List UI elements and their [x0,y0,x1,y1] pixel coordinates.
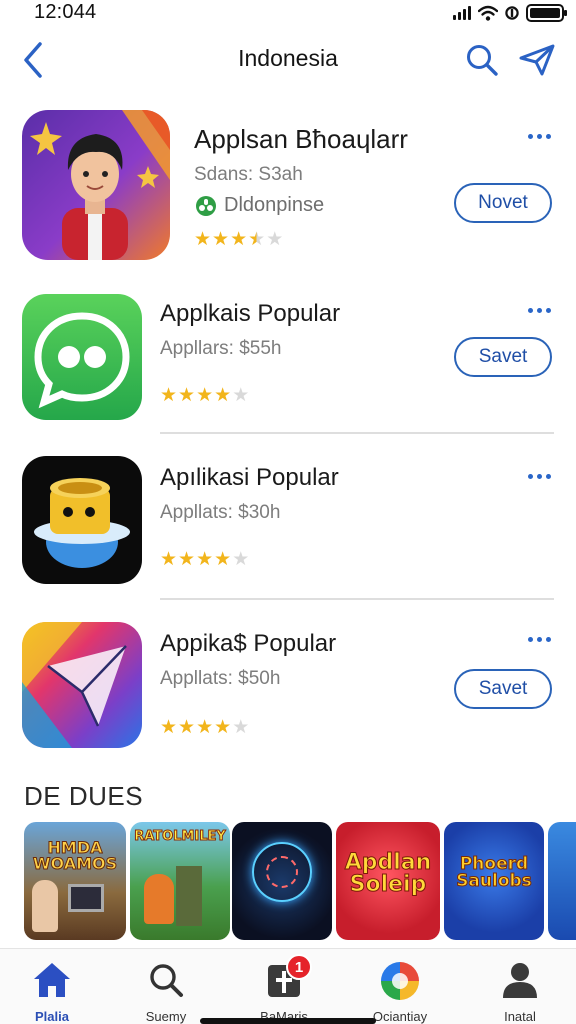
star-icon: ★ [232,385,250,406]
search-icon [467,45,498,76]
star-icon: ★ [212,229,230,250]
data-sync-icon [505,6,519,20]
star-icon: ★ [232,717,250,738]
more-options-button[interactable] [522,466,556,486]
developer-name: Dldonpinse [224,194,325,216]
tab-play[interactable]: Ociantiay [348,949,452,1024]
star-icon: ★ [266,229,284,250]
app-icon-cup-character[interactable] [22,456,142,584]
divider [160,432,554,434]
status-bar: 12:044 [0,0,576,28]
featured-thumbnail[interactable]: Phoerd Saulobs [444,822,544,940]
search-button[interactable] [462,40,502,80]
star-icon: ★ [196,385,214,406]
app-name: Apılikasi Popular [160,464,339,491]
star-icon: ★ [160,385,178,406]
featured-thumbnail[interactable] [232,822,332,940]
wifi-icon [478,5,498,21]
status-icons [453,4,567,22]
app-name: Appika$ Popular [160,630,337,657]
thumbnail-title: Phoerd Saulobs [456,854,533,891]
thumbnail-title: RATOLMILEY [134,829,227,844]
star-icon: ★ [194,229,212,250]
tab-label: Suemy [145,1009,187,1024]
list-item[interactable]: Applkais Popular Appllars: $55h ★ ★ ★ ★ ★ Sa… [0,292,576,432]
notification-badge: 1 [286,954,312,980]
tab-home[interactable]: Plalia [0,949,104,1024]
featured-carousel[interactable]: HMDA WOAMOS RATOLMILEY Apdlan Soleip Pho… [24,822,576,942]
share-button[interactable] [516,40,558,80]
star-icon: ★ [214,717,232,738]
app-name: Applkais Popular [160,300,341,327]
more-options-button[interactable] [522,126,556,146]
star-icon: ★ [178,717,196,738]
app-icon-cartoon-boy[interactable] [22,110,170,260]
send-icon [519,44,555,76]
star-icon: ★ [196,717,214,738]
star-icon: ★ [160,549,178,570]
gamepad-icon [196,195,216,216]
home-indicator [200,1018,376,1024]
tab-profile[interactable]: Inatal [468,949,572,1024]
star-icon: ★ [214,385,232,406]
app-icon-chat[interactable] [22,294,142,420]
status-time: 12:044 [34,1,97,23]
star-icon: ★ [214,549,232,570]
tab-apps[interactable]: 1 BaMaris [232,949,336,1024]
star-icon: ★ [248,229,266,250]
tab-bar: Plalia Suemy 1 BaMaris Ociantiay Inatal [0,948,576,1024]
tab-label: Inatal [504,1009,536,1024]
star-icon: ★ [232,549,250,570]
app-subtitle: Appllats: $50h [160,668,281,689]
search-icon [144,958,188,1002]
star-icon: ★ [196,549,214,570]
signal-icon [453,6,471,20]
section-title: DE DUES [24,781,144,811]
app-subtitle: Appllars: $55h [160,338,282,359]
app-subtitle: Appllats: $30h [160,502,281,523]
more-options-button[interactable] [522,300,556,320]
battery-icon [526,4,567,22]
list-item[interactable]: Appika$ Popular Appllats: $50h ★ ★ ★ ★ ★ Sav… [0,620,576,760]
star-icon: ★ [230,229,248,250]
play-icon [378,958,422,1002]
star-rating: ★ ★ ★ ★ ★ [194,228,283,251]
divider [160,598,554,600]
featured-thumbnail[interactable] [548,822,576,940]
tab-label: Plalia [35,1009,69,1024]
action-button[interactable]: Savet [454,337,552,377]
featured-thumbnail[interactable]: HMDA WOAMOS [24,822,126,940]
app-name: Applsan Bħoaɥlarr [194,124,408,154]
list-item[interactable]: Applsan Bħoaɥlarr Sdans: S3ah Dldonpinse… [0,108,576,268]
tab-label: Ociantiay [372,1009,428,1024]
person-icon [498,958,542,1002]
thumbnail-title: HMDA WOAMOS [32,838,118,873]
featured-thumbnail[interactable]: RATOLMILEY [130,822,230,940]
star-rating: ★ ★ ★ ★ ★ [160,716,249,739]
action-button[interactable]: Novet [454,183,552,223]
featured-thumbnail[interactable]: Apdlan Soleip [336,822,440,940]
star-icon: ★ [178,385,196,406]
app-subtitle: Sdans: S3ah [194,164,303,185]
home-icon [30,958,74,1002]
star-rating: ★ ★ ★ ★ ★ [160,384,249,407]
list-item[interactable]: Apılikasi Popular Appllats: $30h ★ ★ ★ ★ ★ [0,456,576,596]
action-button[interactable]: Savet [454,669,552,709]
tab-search[interactable]: Suemy [114,949,218,1024]
nav-bar: Indonesia [0,34,576,86]
apps-icon: 1 [262,954,312,1002]
thumbnail-title: Apdlan Soleip [344,850,432,897]
star-icon: ★ [160,717,178,738]
app-developer: Dldonpinse [194,194,324,217]
star-icon: ★ [178,549,196,570]
star-rating: ★ ★ ★ ★ ★ [160,548,249,571]
more-options-button[interactable] [522,629,556,649]
battery-level [530,8,560,18]
app-icon-play-arrow[interactable] [22,622,142,748]
